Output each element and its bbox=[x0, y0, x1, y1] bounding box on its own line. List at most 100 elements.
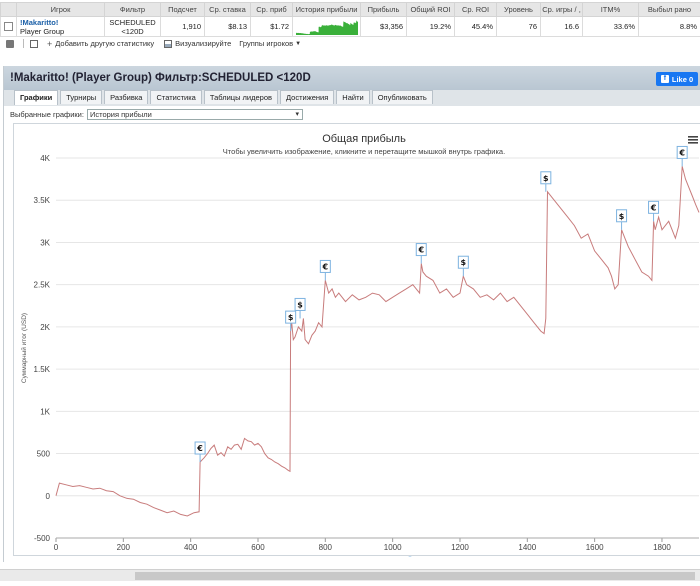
level-cell: 76 bbox=[496, 16, 541, 37]
y-tick-label: 0 bbox=[46, 492, 51, 501]
header-total-roi[interactable]: Общий ROI bbox=[406, 2, 455, 17]
chart-select-row: Выбранные графики: История прибыли ▾ bbox=[10, 109, 303, 120]
header-profit-history[interactable]: История прибыли bbox=[292, 2, 361, 17]
early-exit-cell: 8.8% bbox=[638, 16, 700, 37]
header-avg-profit[interactable]: Ср. приб bbox=[250, 2, 293, 17]
header-count[interactable]: Подсчет bbox=[160, 2, 205, 17]
legend-label-profit: Прибыль bbox=[354, 556, 389, 557]
profit-history-cell bbox=[292, 16, 361, 37]
chart-container[interactable]: Общая прибыль Чтобы увеличить изображение… bbox=[13, 123, 700, 565]
header-filter[interactable]: Фильтр bbox=[104, 2, 161, 17]
x-tick-label: 0 bbox=[54, 543, 59, 552]
big-win-flag: € bbox=[676, 145, 688, 167]
tab-tournaments[interactable]: Турниры bbox=[60, 90, 103, 104]
x-tick-label: 800 bbox=[319, 543, 333, 552]
results-panel: !Makaritto! (Player Group) Фильтр:SCHEDU… bbox=[3, 66, 700, 565]
avg-stake-cell: $8.13 bbox=[204, 16, 251, 37]
y-tick-label: 3K bbox=[40, 238, 50, 247]
x-tick-label: 1200 bbox=[451, 543, 469, 552]
facebook-like-button[interactable]: f Like 0 bbox=[656, 72, 698, 86]
big-win-flag: $ bbox=[540, 171, 552, 192]
menu-icon-bar bbox=[688, 139, 698, 141]
count-cell: 1,910 bbox=[160, 16, 205, 37]
tab-bar: Графики Турниры Разбивка Статистика Табл… bbox=[4, 90, 700, 105]
table-header-row: Игрок Фильтр Подсчет Ср. ставка Ср. приб… bbox=[0, 2, 700, 17]
total-roi-cell: 19.2% bbox=[406, 16, 455, 37]
delete-button[interactable] bbox=[6, 39, 17, 48]
header-level[interactable]: Уровень bbox=[496, 2, 541, 17]
tab-leaderboards[interactable]: Таблицы лидеров bbox=[203, 90, 278, 104]
y-tick-label: 2K bbox=[40, 323, 50, 332]
player-groups-label: Группы игроков bbox=[239, 39, 294, 48]
x-tick-label: 600 bbox=[251, 543, 265, 552]
menu-icon-bar bbox=[688, 136, 698, 138]
y-axis-label: Суммарный итог (USD) bbox=[20, 313, 28, 383]
header-select bbox=[0, 2, 17, 17]
tab-find[interactable]: Найти bbox=[336, 90, 370, 104]
y-tick-label: 1.5K bbox=[34, 365, 51, 374]
visualize-button[interactable]: Визуализируйте bbox=[164, 39, 231, 48]
y-tick-label: 3.5K bbox=[34, 196, 51, 205]
image-icon bbox=[164, 39, 173, 48]
flag-symbol: $ bbox=[461, 258, 467, 267]
tab-content: Выбранные графики: История прибыли ▾ Общ… bbox=[4, 106, 700, 565]
copy-button[interactable] bbox=[30, 39, 41, 48]
flag-symbol: € bbox=[196, 444, 203, 453]
big-win-flag: $ bbox=[457, 255, 469, 277]
chart-select-label: Выбранные графики: bbox=[10, 110, 84, 119]
player-groups-dropdown[interactable]: Группы игроков ▼ bbox=[239, 39, 301, 48]
tab-statistics[interactable]: Статистика bbox=[150, 90, 202, 104]
filter-cell: SCHEDULED <120D bbox=[104, 16, 161, 37]
header-early-exit[interactable]: Выбыл рано bbox=[638, 2, 700, 17]
player-cell[interactable]: !Makaritto! Player Group bbox=[16, 16, 105, 37]
horizontal-scrollbar[interactable] bbox=[0, 569, 700, 581]
toolbar-divider bbox=[23, 39, 24, 48]
chart-select-value: История прибыли bbox=[89, 110, 152, 119]
header-profit[interactable]: Прибыль bbox=[360, 2, 407, 17]
header-itm[interactable]: ITM% bbox=[582, 2, 639, 17]
player-group-label: Player Group bbox=[20, 26, 65, 36]
tab-achievements[interactable]: Достижения bbox=[280, 90, 335, 104]
add-stats-button[interactable]: + Добавить другую статистику bbox=[47, 39, 154, 48]
header-avg-stake[interactable]: Ср. ставка bbox=[204, 2, 251, 17]
panel-title: !Makaritto! (Player Group) Фильтр:SCHEDU… bbox=[10, 72, 311, 84]
player-name-link[interactable]: !Makaritto! bbox=[20, 18, 101, 27]
chart-subtitle: Чтобы увеличить изображение, кликните и … bbox=[223, 147, 505, 156]
tab-charts[interactable]: Графики bbox=[14, 90, 59, 105]
big-win-flag: $ bbox=[616, 209, 628, 230]
header-player[interactable]: Игрок bbox=[16, 2, 105, 17]
chevron-down-icon: ▼ bbox=[295, 40, 302, 47]
copy-icon bbox=[30, 39, 38, 48]
tab-publish[interactable]: Опубликовать bbox=[371, 90, 433, 104]
itm-cell: 33.6% bbox=[582, 16, 639, 37]
x-tick-label: 400 bbox=[184, 543, 198, 552]
big-win-flag: $ bbox=[285, 310, 297, 332]
flag-symbol: $ bbox=[619, 212, 625, 221]
row-checkbox[interactable] bbox=[4, 22, 13, 32]
table-row: !Makaritto! Player Group SCHEDULED <120D… bbox=[0, 16, 700, 37]
legend-swatch-wins bbox=[406, 556, 414, 564]
flag-symbol: $ bbox=[297, 300, 303, 309]
scrollbar-thumb[interactable] bbox=[135, 572, 695, 580]
y-tick-label: 500 bbox=[37, 450, 51, 459]
facebook-icon: f bbox=[660, 75, 669, 83]
legend-label-wins: Значительные выигрыши bbox=[418, 556, 516, 557]
big-win-flag: $ bbox=[294, 297, 306, 319]
menu-icon-bar bbox=[688, 142, 698, 144]
flag-symbol: € bbox=[678, 148, 685, 157]
chart-select[interactable]: История прибыли ▾ bbox=[86, 109, 303, 120]
flag-symbol: $ bbox=[543, 174, 549, 183]
flag-symbol: € bbox=[650, 203, 657, 212]
y-tick-label: 2.5K bbox=[34, 281, 51, 290]
menu-icon[interactable] bbox=[688, 136, 698, 144]
avg-roi-cell: 45.4% bbox=[454, 16, 497, 37]
big-win-flag: € bbox=[319, 259, 331, 281]
tab-breakdown[interactable]: Разбивка bbox=[104, 90, 149, 104]
big-win-flag: € bbox=[648, 200, 660, 222]
add-stats-label: Добавить другую статистику bbox=[55, 39, 155, 48]
header-avg-roi[interactable]: Ср. ROI bbox=[454, 2, 497, 17]
header-avg-games[interactable]: Ср. игры / , bbox=[540, 2, 583, 17]
x-tick-label: 1600 bbox=[586, 543, 604, 552]
visualize-label: Визуализируйте bbox=[175, 39, 232, 48]
profit-chart[interactable]: Общая прибыль Чтобы увеличить изображение… bbox=[14, 124, 700, 565]
